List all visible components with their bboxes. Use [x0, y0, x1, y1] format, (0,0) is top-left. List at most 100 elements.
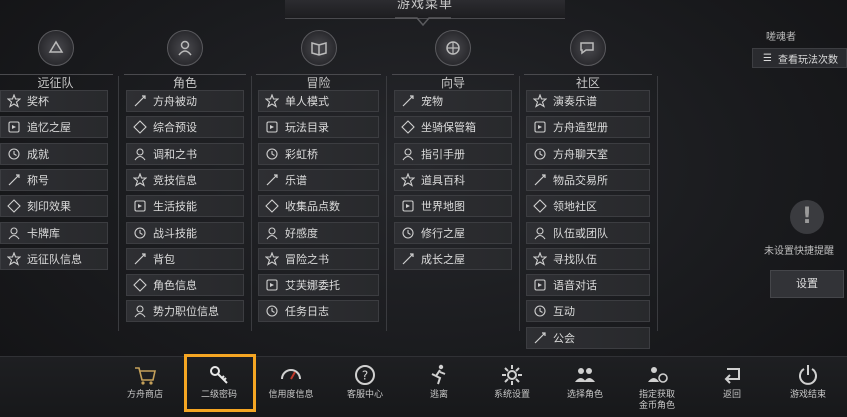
menu-item[interactable]: 物品交易所 — [526, 169, 650, 191]
arrow-icon — [133, 94, 147, 108]
clock-icon — [133, 226, 147, 240]
menu-item-label: 演奏乐谱 — [553, 95, 597, 108]
menu-item[interactable]: 称号 — [0, 169, 108, 191]
menu-item[interactable]: 单人模式 — [258, 90, 379, 112]
menu-item[interactable]: 调和之书 — [126, 143, 244, 165]
settings-button[interactable]: 设置 — [770, 270, 844, 298]
menu-item-label: 宠物 — [421, 95, 443, 108]
column-title-adventure: 冒险 — [306, 76, 331, 90]
menu-item[interactable]: 道具百科 — [394, 169, 512, 191]
menu-item-label: 彩虹桥 — [285, 148, 318, 161]
menu-item-label: 奖杯 — [27, 95, 49, 108]
menu-item-label: 修行之屋 — [421, 227, 465, 240]
menu-item[interactable]: 修行之屋 — [394, 222, 512, 244]
svg-text:?: ? — [362, 369, 368, 383]
column-title-character: 角色 — [172, 76, 197, 90]
diamond-icon — [133, 120, 147, 134]
menu-item[interactable]: 方舟造型册 — [526, 116, 650, 138]
bottom-button-power[interactable]: 游戏结束 — [773, 360, 843, 416]
clock-icon — [533, 147, 547, 161]
menu-item-label: 坐骑保管箱 — [421, 121, 476, 134]
bottom-button-return[interactable]: 返回 — [697, 360, 767, 416]
column-divider — [657, 76, 658, 331]
menu-item[interactable]: 世界地图 — [394, 195, 512, 217]
menu-item-label: 世界地图 — [421, 200, 465, 213]
bottom-button-people[interactable]: 选择角色 — [550, 360, 620, 416]
menu-item[interactable]: 彩虹桥 — [258, 143, 379, 165]
menu-item[interactable]: 刻印效果 — [0, 195, 108, 217]
diamond-icon — [401, 120, 415, 134]
menu-item[interactable]: 指引手册 — [394, 143, 512, 165]
menu-item[interactable]: 宠物 — [394, 90, 512, 112]
column-divider — [118, 76, 119, 331]
menu-item-label: 远征队信息 — [27, 253, 82, 266]
menu-item[interactable]: 任务日志 — [258, 300, 379, 322]
bottom-button-run[interactable]: 逃离 — [404, 360, 474, 416]
bottom-button-gold-person[interactable]: 指定获取 金币角色 — [622, 360, 692, 416]
menu-item[interactable]: 公会 — [526, 327, 650, 349]
list-icon: ☰ — [763, 52, 772, 64]
menu-item[interactable]: 奖杯 — [0, 90, 108, 112]
clock-icon — [401, 226, 415, 240]
menu-item[interactable]: 方舟被动 — [126, 90, 244, 112]
selected-highlight — [184, 354, 256, 412]
menu-item[interactable]: 角色信息 — [126, 274, 244, 296]
menu-item[interactable]: 乐谱 — [258, 169, 379, 191]
menu-item[interactable]: 队伍或团队 — [526, 222, 650, 244]
clock-icon — [533, 304, 547, 318]
menu-item-label: 单人模式 — [285, 95, 329, 108]
menu-item[interactable]: 冒险之书 — [258, 248, 379, 270]
menu-item[interactable]: 语音对话 — [526, 274, 650, 296]
menu-item[interactable]: 成长之屋 — [394, 248, 512, 270]
person-icon — [7, 226, 21, 240]
star-icon — [265, 94, 279, 108]
diamond-icon — [133, 278, 147, 292]
star-icon — [533, 94, 547, 108]
star-icon — [7, 252, 21, 266]
run-icon — [404, 360, 474, 390]
expedition-emblem-icon — [37, 30, 74, 66]
menu-item[interactable]: 互动 — [526, 300, 650, 322]
menu-item-label: 道具百科 — [421, 174, 465, 187]
menu-item[interactable]: 艾芙娜委托 — [258, 274, 379, 296]
bottom-button-gauge[interactable]: 信用度信息 — [256, 360, 326, 416]
people-icon — [550, 360, 620, 390]
menu-item-label: 背包 — [153, 253, 175, 266]
menu-item[interactable]: 寻找队伍 — [526, 248, 650, 270]
menu-item[interactable]: 战斗技能 — [126, 222, 244, 244]
bottom-button-cart[interactable]: 方舟商店 — [110, 360, 180, 416]
menu-item[interactable]: 势力职位信息 — [126, 300, 244, 322]
menu-item[interactable]: 收集品点数 — [258, 195, 379, 217]
view-play-count-button[interactable]: ☰ 查看玩法次数 — [752, 48, 847, 68]
power-icon — [773, 360, 843, 390]
menu-item[interactable]: 成就 — [0, 143, 108, 165]
frame-icon — [265, 278, 279, 292]
menu-item-label: 寻找队伍 — [553, 253, 597, 266]
menu-item[interactable]: 领地社区 — [526, 195, 650, 217]
menu-item[interactable]: 方舟聊天室 — [526, 143, 650, 165]
arrow-icon — [401, 252, 415, 266]
exclamation-icon: ! — [790, 200, 824, 234]
menu-item[interactable]: 坐骑保管箱 — [394, 116, 512, 138]
cart-icon — [110, 360, 180, 390]
menu-item[interactable]: 卡牌库 — [0, 222, 108, 244]
column-divider — [519, 76, 520, 331]
menu-item[interactable]: 玩法目录 — [258, 116, 379, 138]
menu-item-label: 综合预设 — [153, 121, 197, 134]
menu-item-label: 战斗技能 — [153, 227, 197, 240]
bottom-button-gear[interactable]: 系统设置 — [477, 360, 547, 416]
bottom-button-label: 指定获取 金币角色 — [638, 390, 675, 411]
menu-item[interactable]: 竞技信息 — [126, 169, 244, 191]
menu-item[interactable]: 综合预设 — [126, 116, 244, 138]
menu-item[interactable]: 演奏乐谱 — [526, 90, 650, 112]
menu-item-label: 公会 — [553, 332, 575, 345]
bottom-button-help[interactable]: ? 客服中心 — [330, 360, 400, 416]
menu-item[interactable]: 背包 — [126, 248, 244, 270]
menu-item[interactable]: 追忆之屋 — [0, 116, 108, 138]
menu-item[interactable]: 远征队信息 — [0, 248, 108, 270]
arrow-icon — [401, 94, 415, 108]
menu-item[interactable]: 生活技能 — [126, 195, 244, 217]
arrow-icon — [533, 173, 547, 187]
menu-item-label: 冒险之书 — [285, 253, 329, 266]
menu-item[interactable]: 好感度 — [258, 222, 379, 244]
